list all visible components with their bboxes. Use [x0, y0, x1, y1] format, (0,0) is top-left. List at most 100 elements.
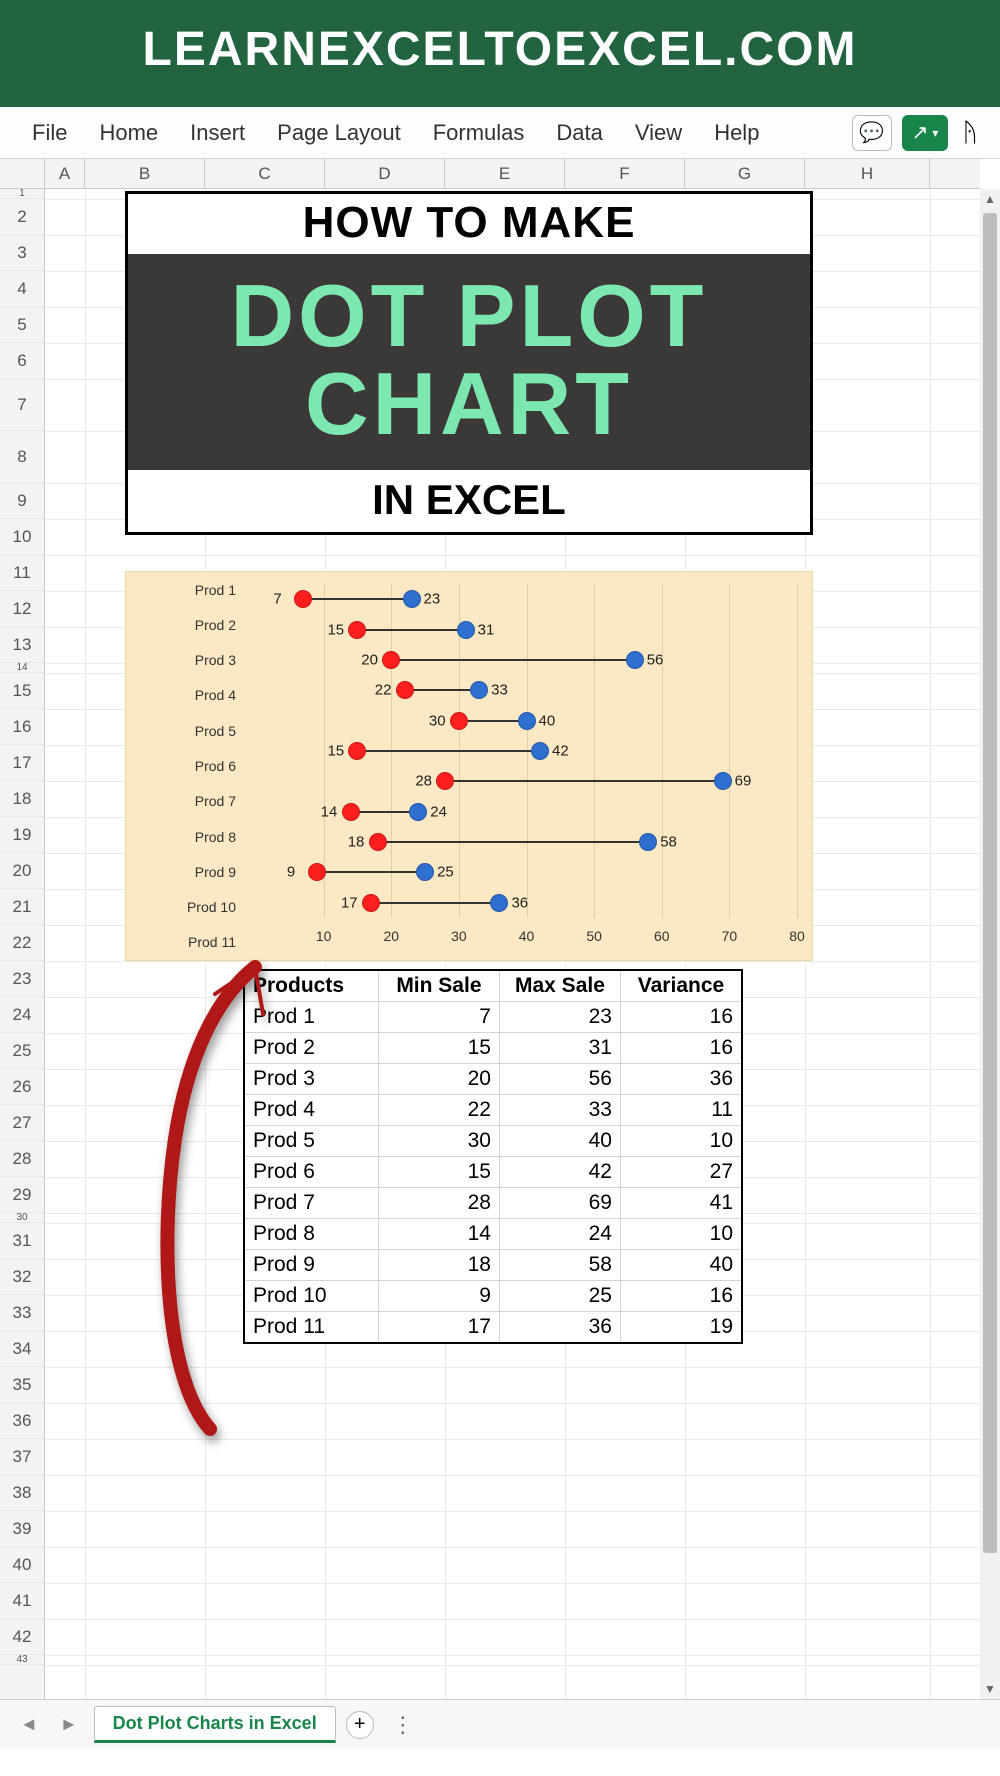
- row-header-26[interactable]: 26: [0, 1069, 44, 1105]
- table-cell[interactable]: 18: [379, 1250, 500, 1280]
- row-header-21[interactable]: 21: [0, 889, 44, 925]
- col-header-A[interactable]: A: [45, 159, 85, 188]
- row-header-40[interactable]: 40: [0, 1547, 44, 1583]
- table-cell[interactable]: 11: [621, 1095, 741, 1125]
- table-row[interactable]: Prod 4223311: [245, 1095, 741, 1126]
- table-cell[interactable]: 27: [621, 1157, 741, 1187]
- row-header-36[interactable]: 36: [0, 1403, 44, 1439]
- table-cell[interactable]: 40: [621, 1250, 741, 1280]
- ribbon-tab-help[interactable]: Help: [700, 114, 773, 152]
- table-cell[interactable]: 17: [379, 1312, 500, 1342]
- table-cell[interactable]: 40: [500, 1126, 621, 1156]
- chart-min-dot[interactable]: [342, 803, 360, 821]
- table-cell[interactable]: 36: [500, 1312, 621, 1342]
- row-headers[interactable]: 1234567891011121314151617181920212223242…: [0, 189, 45, 1699]
- column-headers[interactable]: ABCDEFGH: [0, 159, 980, 189]
- col-header-C[interactable]: C: [205, 159, 325, 188]
- table-cell[interactable]: Prod 7: [245, 1188, 379, 1218]
- table-row[interactable]: Prod 172316: [245, 1002, 741, 1033]
- table-cell[interactable]: 22: [379, 1095, 500, 1125]
- table-row[interactable]: Prod 8142410: [245, 1219, 741, 1250]
- table-row[interactable]: Prod 5304010: [245, 1126, 741, 1157]
- row-header-10[interactable]: 10: [0, 519, 44, 555]
- row-header-35[interactable]: 35: [0, 1367, 44, 1403]
- col-header-B[interactable]: B: [85, 159, 205, 188]
- table-cell[interactable]: 23: [500, 1002, 621, 1032]
- table-row[interactable]: Prod 7286941: [245, 1188, 741, 1219]
- scroll-up-icon[interactable]: ▲: [981, 189, 999, 209]
- chart-max-dot[interactable]: [403, 590, 421, 608]
- table-cell[interactable]: 41: [621, 1188, 741, 1218]
- table-cell[interactable]: 69: [500, 1188, 621, 1218]
- chart-min-dot[interactable]: [369, 833, 387, 851]
- ribbon-tab-formulas[interactable]: Formulas: [419, 114, 539, 152]
- table-cell[interactable]: 20: [379, 1064, 500, 1094]
- row-header-24[interactable]: 24: [0, 997, 44, 1033]
- sheet-nav-next[interactable]: ►: [54, 1714, 84, 1735]
- table-cell[interactable]: 58: [500, 1250, 621, 1280]
- share-button[interactable]: ↗▾: [902, 115, 949, 151]
- row-header-2[interactable]: 2: [0, 199, 44, 235]
- ribbon-tab-data[interactable]: Data: [542, 114, 616, 152]
- table-cell[interactable]: Prod 2: [245, 1033, 379, 1063]
- table-cell[interactable]: 24: [500, 1219, 621, 1249]
- row-header-18[interactable]: 18: [0, 781, 44, 817]
- chart-min-dot[interactable]: [348, 621, 366, 639]
- ribbon-tab-file[interactable]: File: [18, 114, 81, 152]
- table-row[interactable]: Prod 2153116: [245, 1033, 741, 1064]
- row-header-16[interactable]: 16: [0, 709, 44, 745]
- table-cell[interactable]: Prod 11: [245, 1312, 379, 1342]
- table-row[interactable]: Prod 1092516: [245, 1281, 741, 1312]
- table-row[interactable]: Prod 11173619: [245, 1312, 741, 1342]
- chart-max-dot[interactable]: [490, 894, 508, 912]
- cell-area[interactable]: HOW TO MAKE DOT PLOT CHART IN EXCEL 7231…: [45, 189, 980, 1699]
- table-cell[interactable]: 56: [500, 1064, 621, 1094]
- row-header-8[interactable]: 8: [0, 431, 44, 483]
- account-button[interactable]: ᚤ: [958, 117, 982, 148]
- row-header-15[interactable]: 15: [0, 673, 44, 709]
- row-header-6[interactable]: 6: [0, 343, 44, 379]
- row-header-42[interactable]: 42: [0, 1619, 44, 1655]
- table-cell[interactable]: 15: [379, 1157, 500, 1187]
- table-cell[interactable]: 14: [379, 1219, 500, 1249]
- row-header-43[interactable]: 43: [0, 1655, 44, 1665]
- vertical-scrollbar[interactable]: ▲ ▼: [980, 189, 1000, 1699]
- table-cell[interactable]: Prod 5: [245, 1126, 379, 1156]
- col-header-D[interactable]: D: [325, 159, 445, 188]
- row-header-30[interactable]: 30: [0, 1213, 44, 1223]
- chart-max-dot[interactable]: [626, 651, 644, 669]
- col-header-G[interactable]: G: [685, 159, 805, 188]
- row-header-27[interactable]: 27: [0, 1105, 44, 1141]
- sheet-menu-button[interactable]: ⋮: [384, 1712, 422, 1738]
- sheet-nav-prev[interactable]: ◄: [14, 1714, 44, 1735]
- table-row[interactable]: Prod 6154227: [245, 1157, 741, 1188]
- chart-min-dot[interactable]: [348, 742, 366, 760]
- sheet-tab-active[interactable]: Dot Plot Charts in Excel: [94, 1706, 336, 1743]
- table-cell[interactable]: 42: [500, 1157, 621, 1187]
- data-table[interactable]: ProductsMin SaleMax SaleVarianceProd 172…: [243, 969, 743, 1344]
- table-row[interactable]: Prod 9185840: [245, 1250, 741, 1281]
- row-header-38[interactable]: 38: [0, 1475, 44, 1511]
- table-cell[interactable]: Prod 8: [245, 1219, 379, 1249]
- row-header-4[interactable]: 4: [0, 271, 44, 307]
- row-header-14[interactable]: 14: [0, 663, 44, 673]
- table-cell[interactable]: 25: [500, 1281, 621, 1311]
- table-cell[interactable]: 7: [379, 1002, 500, 1032]
- col-header-H[interactable]: H: [805, 159, 930, 188]
- table-cell[interactable]: Prod 9: [245, 1250, 379, 1280]
- chart-max-dot[interactable]: [457, 621, 475, 639]
- row-header-28[interactable]: 28: [0, 1141, 44, 1177]
- scroll-down-icon[interactable]: ▼: [981, 1679, 999, 1699]
- row-header-34[interactable]: 34: [0, 1331, 44, 1367]
- chart-max-dot[interactable]: [531, 742, 549, 760]
- table-cell[interactable]: 31: [500, 1033, 621, 1063]
- row-header-33[interactable]: 33: [0, 1295, 44, 1331]
- row-header-1[interactable]: 1: [0, 189, 44, 199]
- row-header-31[interactable]: 31: [0, 1223, 44, 1259]
- col-header-E[interactable]: E: [445, 159, 565, 188]
- add-sheet-button[interactable]: +: [346, 1711, 374, 1739]
- row-header-39[interactable]: 39: [0, 1511, 44, 1547]
- table-cell[interactable]: 19: [621, 1312, 741, 1342]
- row-header-29[interactable]: 29: [0, 1177, 44, 1213]
- table-cell[interactable]: 16: [621, 1281, 741, 1311]
